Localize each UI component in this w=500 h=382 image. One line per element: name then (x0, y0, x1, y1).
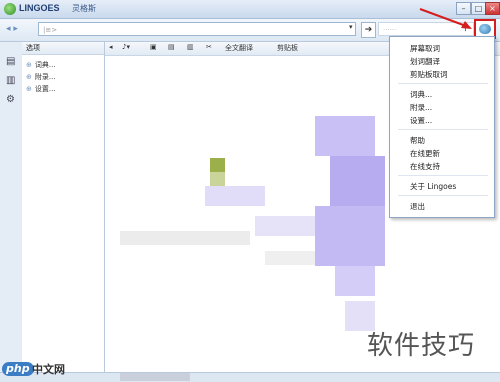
dictionary-icon[interactable]: ▤ (6, 56, 17, 67)
back-forward-button[interactable]: ◂ ▸ (6, 23, 32, 36)
menu-item-exit[interactable]: 退出 (410, 201, 425, 212)
tools-icon[interactable]: ✂ (206, 43, 212, 51)
save-icon[interactable]: ▥ (187, 43, 194, 51)
menu-separator (398, 83, 488, 84)
menu-item-about[interactable]: 关于 Lingoes (410, 181, 456, 192)
menu-item-online-update[interactable]: 在线更新 (410, 148, 440, 159)
main-menu-popup: 屏幕取词 划词翻译 剪贴板取词 词典... 附录... 设置... 帮助 在线更… (389, 36, 495, 218)
minimize-button[interactable]: – (456, 2, 471, 15)
copy-icon[interactable]: ▣ (150, 43, 157, 51)
side-item-appendix[interactable]: ⊕ 附录... (26, 72, 56, 82)
prev-icon[interactable]: ◂ (109, 43, 113, 51)
left-icon-strip: ▤ ▥ ⚙ (0, 42, 23, 372)
options-panel: 选项 ⊕ 词典... ⊕ 附录... ⊕ 设置... (22, 42, 105, 372)
blurred-block (210, 158, 225, 172)
blurred-block (335, 266, 375, 296)
menu-item-settings[interactable]: 设置... (410, 115, 432, 126)
app-name-cn: 灵格斯 (72, 4, 96, 13)
menu-item-appendix[interactable]: 附录... (410, 102, 432, 113)
blurred-block (120, 231, 250, 245)
blurred-block (210, 172, 225, 186)
full-translate-button[interactable]: 全文翻译 (225, 43, 253, 53)
menu-item-dictionary[interactable]: 词典... (410, 89, 432, 100)
php-logo: php (2, 362, 34, 376)
blurred-block (315, 116, 375, 156)
menu-separator (398, 195, 488, 196)
web-search-icon[interactable]: ⚲ (462, 23, 469, 33)
php-logo-cn: 中文网 (32, 363, 65, 376)
search-dropdown-icon[interactable]: ▾ (349, 23, 353, 31)
side-item-dictionary[interactable]: ⊕ 词典... (26, 60, 56, 70)
side-item-label: 设置... (34, 85, 56, 93)
options-header: 选项 (22, 42, 104, 55)
bullet-icon: ⊕ (26, 73, 32, 81)
menu-item-help[interactable]: 帮助 (410, 135, 425, 146)
menu-item-online-support[interactable]: 在线支持 (410, 161, 440, 172)
watermark-text: 软件技巧 (367, 331, 476, 361)
search-input[interactable]: |≡> (38, 22, 356, 36)
settings-icon[interactable]: ⚙ (6, 94, 17, 105)
blurred-block (120, 373, 190, 381)
menu-separator (398, 175, 488, 176)
web-search-input[interactable]: ······ (378, 22, 474, 36)
menu-separator (398, 129, 488, 130)
close-button[interactable]: × (485, 2, 500, 15)
go-button[interactable]: ➔ (361, 22, 376, 38)
blurred-block (205, 186, 265, 206)
menu-item-screen-capture[interactable]: 屏幕取词 (410, 43, 440, 54)
print-icon[interactable]: ▤ (168, 43, 175, 51)
side-item-label: 词典... (34, 61, 56, 69)
blurred-block (265, 251, 315, 265)
blurred-block (255, 216, 315, 236)
app-name: LINGOES (19, 3, 60, 13)
lingoes-logo-icon (4, 3, 16, 15)
speaker-icon[interactable]: ♪▾ (122, 43, 130, 51)
menu-item-selection-translate[interactable]: 划词翻译 (410, 56, 440, 67)
book-icon[interactable]: ▥ (6, 75, 17, 86)
menu-item-clipboard-capture[interactable]: 剪贴板取词 (410, 69, 448, 80)
side-item-settings[interactable]: ⊕ 设置... (26, 84, 56, 94)
bullet-icon: ⊕ (26, 61, 32, 69)
side-item-label: 附录... (34, 73, 56, 81)
menu-globe-icon (479, 24, 491, 34)
title-bar: LINGOES 灵格斯 – □ × (0, 0, 500, 19)
blurred-block (315, 206, 385, 266)
blurred-block (330, 156, 385, 206)
clipboard-button[interactable]: 剪贴板 (277, 43, 298, 53)
lingoes-window: LINGOES 灵格斯 – □ × ◂ ▸ |≡> ▾ ➔ ······ ⚲ ▤… (0, 0, 500, 382)
maximize-button[interactable]: □ (471, 2, 486, 15)
bullet-icon: ⊕ (26, 85, 32, 93)
